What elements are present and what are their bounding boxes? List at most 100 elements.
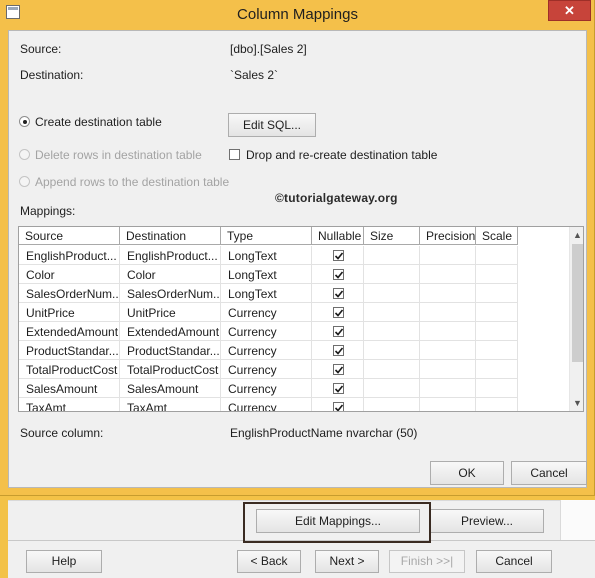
table-row[interactable]: ExtendedAmount ExtendedAmount Currency (19, 322, 569, 341)
nullable-checkbox[interactable] (333, 383, 344, 394)
cell-size[interactable] (364, 265, 420, 284)
cell-size[interactable] (364, 379, 420, 398)
cell-precision[interactable] (420, 322, 476, 341)
cell-nullable[interactable] (312, 341, 364, 360)
create-destination-label[interactable]: Create destination table (35, 115, 162, 129)
cell-scale[interactable] (476, 398, 518, 411)
delete-rows-label[interactable]: Delete rows in destination table (35, 148, 202, 162)
cell-size[interactable] (364, 246, 420, 265)
cell-type[interactable]: Currency (221, 360, 312, 379)
delete-rows-radio[interactable] (19, 149, 30, 160)
cell-destination[interactable]: ExtendedAmount (120, 322, 221, 341)
cell-source[interactable]: TaxAmt (19, 398, 120, 411)
cell-type[interactable]: Currency (221, 379, 312, 398)
wizard-cancel-button[interactable]: Cancel (476, 550, 552, 573)
cell-type[interactable]: LongText (221, 265, 312, 284)
grid-vertical-scrollbar[interactable]: ▲ ▼ (569, 227, 583, 411)
close-button[interactable]: ✕ (548, 0, 591, 21)
edit-sql-button[interactable]: Edit SQL... (228, 113, 316, 137)
create-destination-radio[interactable] (19, 116, 30, 127)
table-row[interactable]: Color Color LongText (19, 265, 569, 284)
cell-nullable[interactable] (312, 303, 364, 322)
cell-scale[interactable] (476, 284, 518, 303)
cell-size[interactable] (364, 284, 420, 303)
cell-destination[interactable]: TotalProductCost (120, 360, 221, 379)
cell-source[interactable]: Color (19, 265, 120, 284)
cell-type[interactable]: Currency (221, 398, 312, 411)
nullable-checkbox[interactable] (333, 307, 344, 318)
cell-nullable[interactable] (312, 379, 364, 398)
nullable-checkbox[interactable] (333, 288, 344, 299)
scroll-down-arrow-icon[interactable]: ▼ (570, 395, 583, 411)
cell-source[interactable]: ProductStandar... (19, 341, 120, 360)
nullable-checkbox[interactable] (333, 402, 344, 411)
table-row[interactable]: UnitPrice UnitPrice Currency (19, 303, 569, 322)
cell-scale[interactable] (476, 360, 518, 379)
back-button[interactable]: < Back (237, 550, 301, 573)
nullable-checkbox[interactable] (333, 345, 344, 356)
cell-scale[interactable] (476, 341, 518, 360)
cell-destination[interactable]: ProductStandar... (120, 341, 221, 360)
scroll-up-arrow-icon[interactable]: ▲ (570, 227, 583, 243)
cell-nullable[interactable] (312, 284, 364, 303)
cell-destination[interactable]: SalesOrderNum... (120, 284, 221, 303)
help-button[interactable]: Help (26, 550, 102, 573)
next-button[interactable]: Next > (315, 550, 379, 573)
scroll-thumb[interactable] (572, 244, 583, 362)
cell-precision[interactable] (420, 341, 476, 360)
nullable-checkbox[interactable] (333, 250, 344, 261)
cell-size[interactable] (364, 360, 420, 379)
cell-nullable[interactable] (312, 246, 364, 265)
cell-source[interactable]: EnglishProduct... (19, 246, 120, 265)
cell-source[interactable]: ExtendedAmount (19, 322, 120, 341)
cell-nullable[interactable] (312, 322, 364, 341)
cell-precision[interactable] (420, 303, 476, 322)
cell-destination[interactable]: EnglishProduct... (120, 246, 221, 265)
cell-nullable[interactable] (312, 398, 364, 411)
column-header-scale[interactable]: Scale (476, 227, 518, 245)
cell-destination[interactable]: TaxAmt (120, 398, 221, 411)
drop-recreate-label[interactable]: Drop and re-create destination table (246, 148, 437, 162)
cell-destination[interactable]: Color (120, 265, 221, 284)
column-header-nullable[interactable]: Nullable (312, 227, 364, 245)
cell-nullable[interactable] (312, 265, 364, 284)
cell-source[interactable]: SalesOrderNum... (19, 284, 120, 303)
column-header-size[interactable]: Size (364, 227, 420, 245)
cell-size[interactable] (364, 341, 420, 360)
finish-button[interactable]: Finish >>| (389, 550, 465, 573)
append-rows-radio[interactable] (19, 176, 30, 187)
nullable-checkbox[interactable] (333, 326, 344, 337)
cell-type[interactable]: LongText (221, 246, 312, 265)
append-rows-label[interactable]: Append rows to the destination table (35, 175, 229, 189)
cell-scale[interactable] (476, 379, 518, 398)
cell-size[interactable] (364, 322, 420, 341)
table-row[interactable]: SalesOrderNum... SalesOrderNum... LongText (19, 284, 569, 303)
table-row[interactable]: EnglishProduct... EnglishProduct... LongTe… (19, 246, 569, 265)
cell-type[interactable]: LongText (221, 284, 312, 303)
cell-type[interactable]: Currency (221, 341, 312, 360)
column-header-destination[interactable]: Destination (120, 227, 221, 245)
cell-scale[interactable] (476, 322, 518, 341)
cell-destination[interactable]: SalesAmount (120, 379, 221, 398)
nullable-checkbox[interactable] (333, 364, 344, 375)
cell-nullable[interactable] (312, 360, 364, 379)
cell-precision[interactable] (420, 398, 476, 411)
cancel-button[interactable]: Cancel (511, 461, 587, 485)
cell-scale[interactable] (476, 303, 518, 322)
table-row[interactable]: ProductStandar... ProductStandar... Curren… (19, 341, 569, 360)
cell-precision[interactable] (420, 246, 476, 265)
cell-precision[interactable] (420, 265, 476, 284)
column-header-source[interactable]: Source (19, 227, 120, 245)
cell-precision[interactable] (420, 379, 476, 398)
column-header-precision[interactable]: Precision (420, 227, 476, 245)
drop-recreate-checkbox[interactable] (229, 149, 240, 160)
cell-precision[interactable] (420, 360, 476, 379)
cell-source[interactable]: SalesAmount (19, 379, 120, 398)
title-bar[interactable]: Column Mappings ✕ (0, 0, 595, 30)
table-row[interactable]: TotalProductCost TotalProductCost Currency (19, 360, 569, 379)
preview-button[interactable]: Preview... (430, 509, 544, 533)
cell-size[interactable] (364, 398, 420, 411)
table-row[interactable]: TaxAmt TaxAmt Currency (19, 398, 569, 411)
column-header-type[interactable]: Type (221, 227, 312, 245)
cell-source[interactable]: TotalProductCost (19, 360, 120, 379)
